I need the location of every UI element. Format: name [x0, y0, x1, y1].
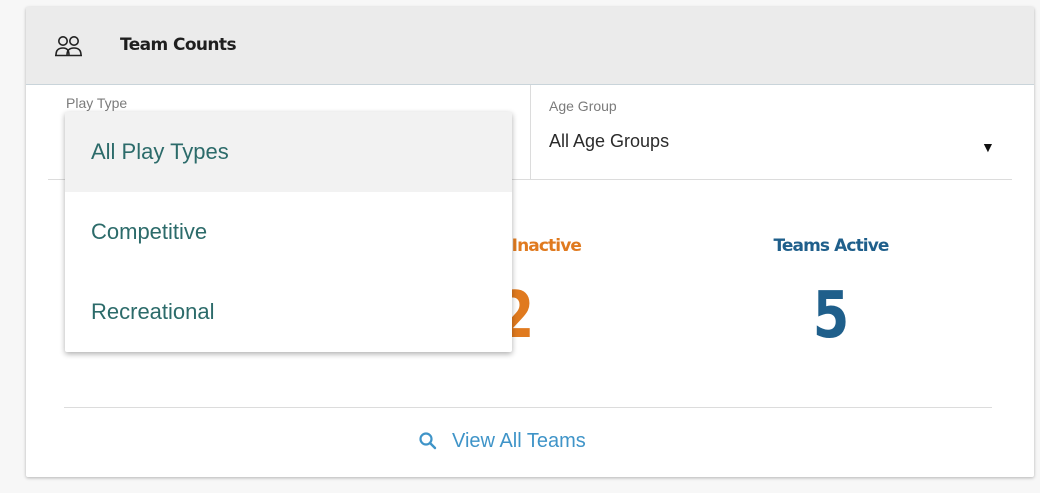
footer-divider: [64, 407, 992, 408]
dropdown-option-recreational[interactable]: Recreational: [65, 272, 512, 352]
view-all-teams-link[interactable]: View All Teams: [418, 427, 586, 455]
play-type-label: Play Type: [66, 95, 128, 111]
play-type-dropdown-menu: All Play Types Competitive Recreational: [65, 112, 512, 352]
view-all-teams-label: View All Teams: [452, 429, 586, 452]
chevron-down-icon[interactable]: ▼: [981, 139, 995, 155]
search-icon: [419, 432, 437, 450]
teams-active-count: 5: [812, 279, 850, 353]
team-group-icon: [55, 36, 82, 57]
card-title: Team Counts: [120, 35, 237, 55]
age-group-select[interactable]: All Age Groups: [549, 131, 669, 152]
teams-active-label: Teams Active: [773, 236, 889, 256]
filters-divider: [530, 85, 531, 180]
dropdown-option-competitive[interactable]: Competitive: [65, 192, 512, 272]
age-group-label: Age Group: [549, 98, 617, 114]
card-header: Team Counts: [26, 7, 1034, 85]
dropdown-option-all-play-types[interactable]: All Play Types: [65, 112, 512, 192]
